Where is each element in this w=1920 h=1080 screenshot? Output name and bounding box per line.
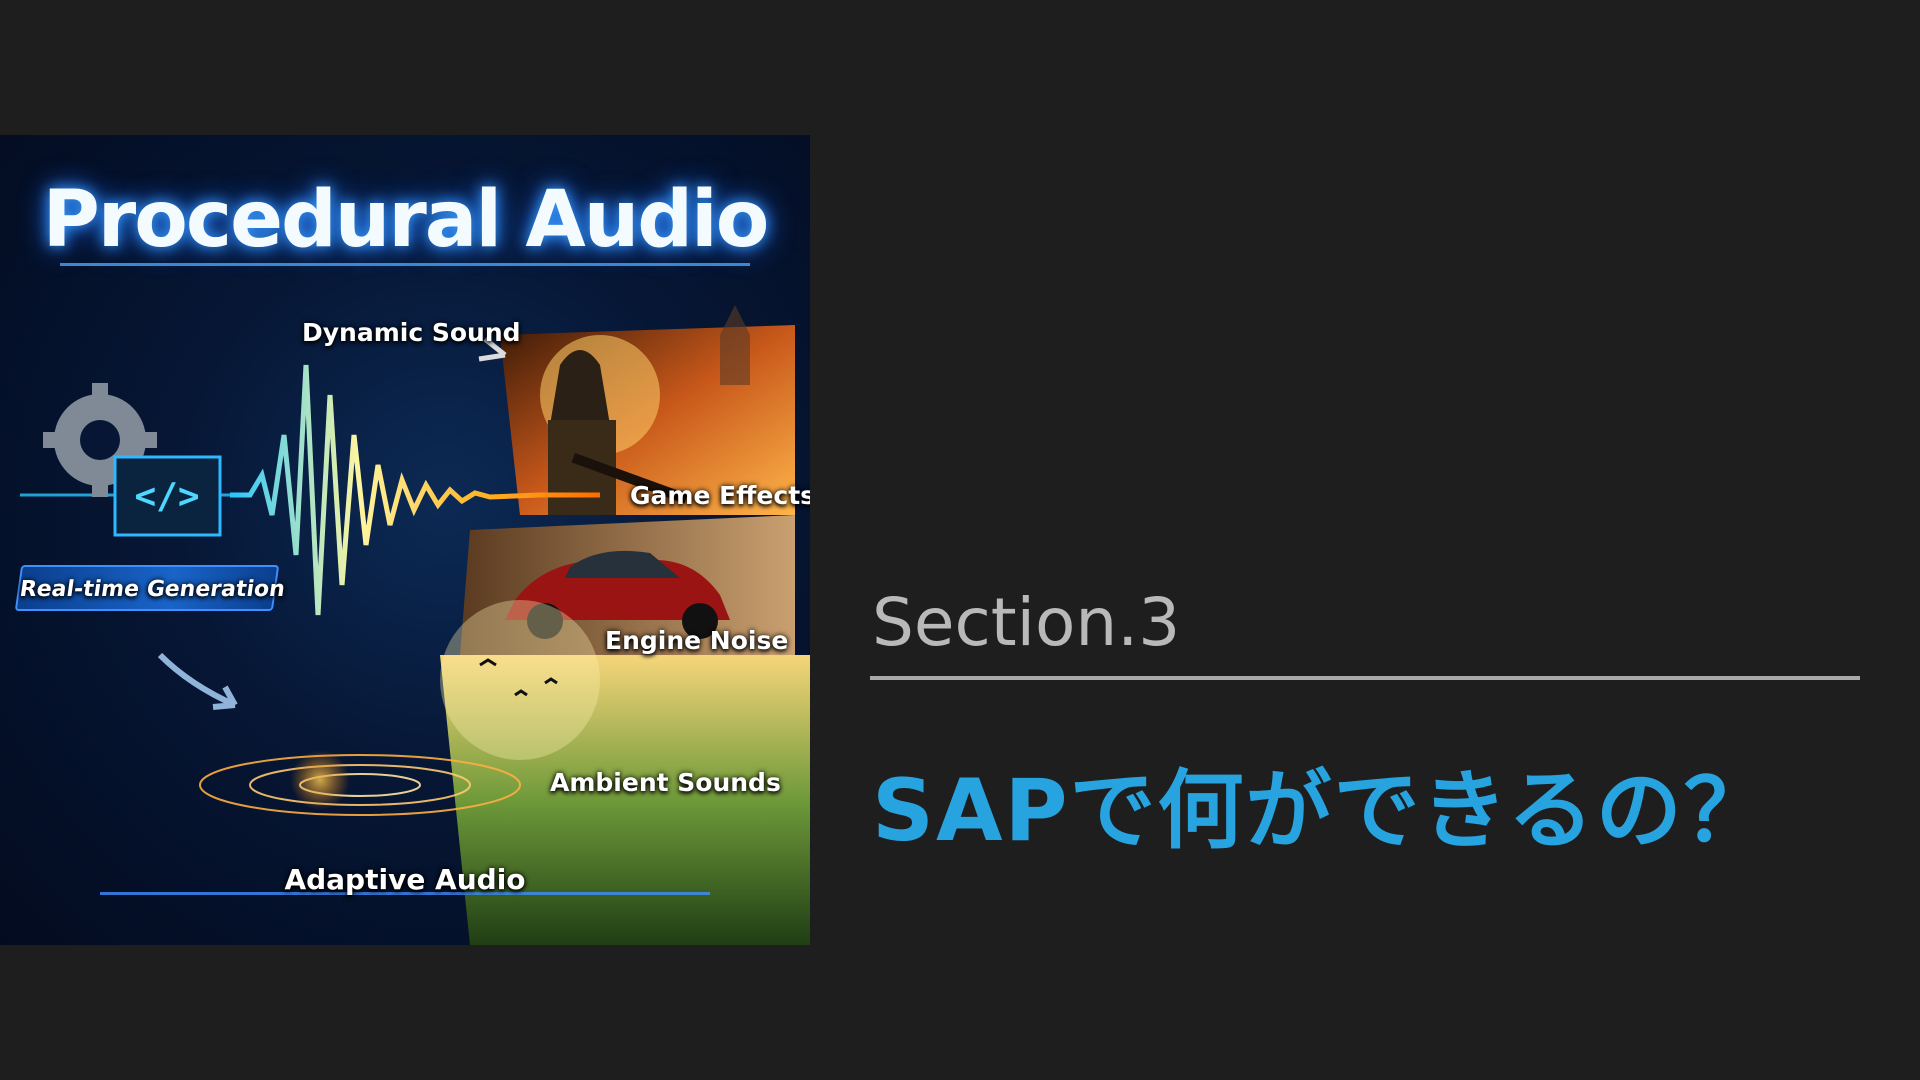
label-dynamic-sound: Dynamic Sound (302, 318, 521, 347)
arrow-icon (157, 652, 238, 710)
label-engine-noise: Engine Noise (605, 626, 789, 655)
procedural-audio-illustration: </> Procedural Audio Dynamic Sound Game … (0, 135, 810, 945)
section-label: Section.3 (872, 584, 1181, 661)
label-realtime-generation: Real-time Generation (14, 565, 287, 611)
section-headline: SAPで何ができるの？ (872, 761, 1772, 861)
section-divider (870, 676, 1860, 680)
code-icon: </> (113, 455, 222, 537)
svg-text:</>: </> (134, 476, 199, 517)
illustration-title: Procedural Audio (42, 175, 770, 265)
label-ambient-sounds: Ambient Sounds (550, 768, 781, 797)
label-game-effects: Game Effects (630, 481, 810, 510)
label-adaptive-audio: Adaptive Audio (284, 863, 526, 896)
